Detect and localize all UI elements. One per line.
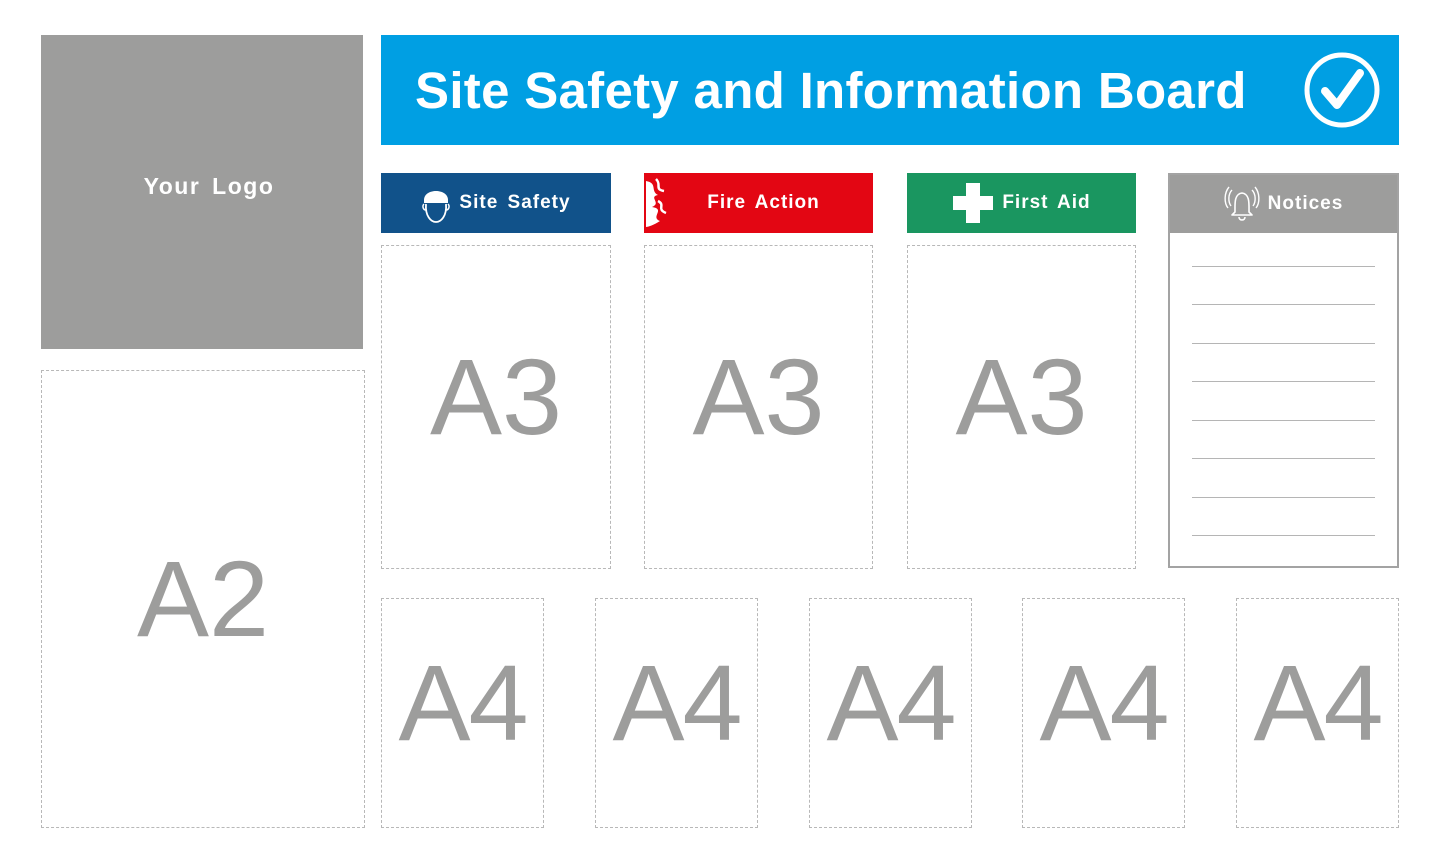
section-header-site-safety: Site Safety xyxy=(381,173,611,233)
slot-size-label: A4 xyxy=(398,642,528,763)
title-banner: Site Safety and Information Board xyxy=(381,35,1399,145)
slot-a4[interactable]: A4 xyxy=(1022,598,1185,828)
notice-line xyxy=(1192,535,1375,536)
check-circle-icon xyxy=(1304,52,1380,128)
hard-hat-icon xyxy=(422,191,451,223)
slot-a4[interactable]: A4 xyxy=(1236,598,1399,828)
section-header-notices: Notices xyxy=(1170,175,1397,233)
cross-icon xyxy=(953,183,994,223)
bell-icon xyxy=(1224,186,1260,221)
section-label: Notices xyxy=(1267,193,1344,214)
slot-a3-first-aid[interactable]: A3 xyxy=(907,245,1136,569)
slot-size-label: A3 xyxy=(429,336,563,457)
notice-line xyxy=(1192,458,1375,459)
slot-a4[interactable]: A4 xyxy=(809,598,972,828)
notice-line xyxy=(1192,497,1375,498)
section-header-fire-action: Fire Action xyxy=(644,173,873,233)
slot-size-label: A4 xyxy=(1039,642,1169,763)
slot-a3-site-safety[interactable]: A3 xyxy=(381,245,611,569)
page-title: Site Safety and Information Board xyxy=(415,61,1247,119)
section-label: Fire Action xyxy=(707,192,820,213)
section-label: Site Safety xyxy=(459,192,571,213)
notices-panel: Notices xyxy=(1168,173,1399,568)
slot-size-label: A3 xyxy=(955,336,1088,457)
slot-size-label: A4 xyxy=(826,642,956,763)
flame-icon xyxy=(646,178,667,227)
slot-a2[interactable]: A2 xyxy=(41,370,365,828)
slot-size-label: A3 xyxy=(692,336,825,457)
notice-line xyxy=(1192,420,1375,421)
section-header-first-aid: First Aid xyxy=(907,173,1136,233)
slot-size-label: A2 xyxy=(136,538,270,659)
slot-a4[interactable]: A4 xyxy=(595,598,758,828)
logo-placeholder: Your Logo xyxy=(41,35,363,349)
notice-line xyxy=(1192,266,1375,267)
slot-size-label: A4 xyxy=(1253,642,1383,763)
slot-size-label: A4 xyxy=(612,642,742,763)
notice-line xyxy=(1192,381,1375,382)
notice-line xyxy=(1192,343,1375,344)
logo-label: Your Logo xyxy=(143,172,275,199)
section-label: First Aid xyxy=(1002,192,1091,213)
slot-a3-fire-action[interactable]: A3 xyxy=(644,245,873,569)
notice-line xyxy=(1192,304,1375,305)
slot-a4[interactable]: A4 xyxy=(381,598,544,828)
